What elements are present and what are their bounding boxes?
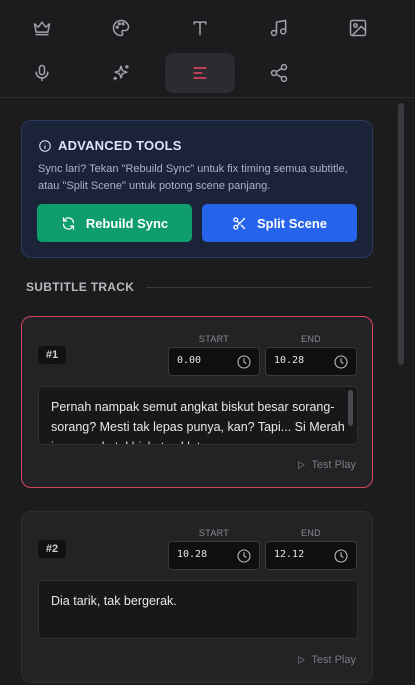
clock-icon[interactable]	[236, 354, 252, 370]
music-icon	[270, 19, 287, 37]
palette-icon	[112, 19, 130, 37]
subtitle-text: Dia tarik, tak bergerak.	[51, 594, 177, 608]
start-time-value: 10.28	[177, 549, 208, 560]
tool-palette[interactable]	[86, 8, 156, 48]
end-time-value: 12.12	[274, 549, 305, 560]
subtitle-panel: ADVANCED TOOLS Sync lari? Tekan "Rebuild…	[0, 99, 400, 685]
subtitle-track-header: SUBTITLE TRACK	[26, 279, 371, 295]
advanced-tools-title: ADVANCED TOOLS	[58, 138, 182, 153]
crown-icon	[33, 21, 51, 36]
play-icon	[298, 461, 306, 469]
subtitle-card[interactable]: #2 START END 10.28 12.12 Dia tarik, tak …	[21, 511, 373, 683]
test-play-label: Test Play	[311, 654, 356, 666]
subtitle-text-input[interactable]: Pernah nampak semut angkat biskut besar …	[38, 386, 358, 445]
text-icon	[193, 21, 207, 36]
tool-effects[interactable]	[86, 53, 156, 93]
tool-voice[interactable]	[7, 53, 77, 93]
tool-image[interactable]	[323, 8, 393, 48]
test-play-button[interactable]: Test Play	[296, 654, 356, 666]
end-time-value: 10.28	[274, 355, 305, 366]
subtitle-index: #1	[38, 346, 66, 364]
microphone-icon	[35, 64, 49, 82]
textbox-scrollbar[interactable]	[348, 390, 353, 426]
subtitle-card[interactable]: #1 START END 0.00 10.28 Pernah nampak se…	[21, 316, 373, 488]
tool-music[interactable]	[244, 8, 314, 48]
test-play-label: Test Play	[311, 459, 356, 471]
rebuild-sync-button[interactable]: Rebuild Sync	[37, 204, 192, 242]
test-play-button[interactable]: Test Play	[296, 459, 356, 471]
end-time-input[interactable]: 12.12	[265, 541, 357, 570]
tool-toolbar	[0, 0, 415, 98]
start-time-input[interactable]: 0.00	[168, 347, 260, 376]
subtitle-track-title: SUBTITLE TRACK	[26, 280, 135, 294]
end-label: END	[301, 334, 321, 344]
advanced-tools-card: ADVANCED TOOLS Sync lari? Tekan "Rebuild…	[21, 120, 373, 258]
start-time-value: 0.00	[177, 355, 202, 366]
section-divider	[146, 286, 371, 288]
subtitle-text: Pernah nampak semut angkat biskut besar …	[51, 400, 345, 444]
tool-text[interactable]	[165, 8, 235, 48]
sparkles-icon	[113, 64, 129, 81]
rebuild-sync-label: Rebuild Sync	[85, 215, 169, 231]
subtitle-index: #2	[38, 540, 66, 558]
start-time-input[interactable]: 10.28	[168, 541, 260, 570]
start-label: START	[198, 528, 230, 538]
tool-subtitles[interactable]	[165, 53, 235, 93]
share-icon	[270, 63, 288, 83]
align-left-icon	[193, 67, 207, 79]
end-time-input[interactable]: 10.28	[265, 347, 357, 376]
tool-crown[interactable]	[7, 8, 77, 48]
clock-icon[interactable]	[333, 548, 349, 564]
tool-share[interactable]	[244, 53, 314, 93]
subtitle-text-input[interactable]: Dia tarik, tak bergerak.	[38, 580, 358, 639]
image-icon	[349, 19, 367, 37]
start-label: START	[198, 334, 230, 344]
play-icon	[298, 656, 306, 664]
end-label: END	[301, 528, 321, 538]
advanced-tools-heading: ADVANCED TOOLS	[38, 138, 182, 153]
advanced-tools-description: Sync lari? Tekan "Rebuild Sync" untuk fi…	[38, 163, 348, 192]
info-icon	[39, 139, 51, 152]
clock-icon[interactable]	[236, 548, 252, 564]
split-scene-label: Split Scene	[256, 215, 328, 231]
clock-icon[interactable]	[333, 354, 349, 370]
refresh-icon	[62, 216, 74, 230]
scissors-icon	[233, 216, 246, 230]
split-scene-button[interactable]: Split Scene	[202, 204, 357, 242]
